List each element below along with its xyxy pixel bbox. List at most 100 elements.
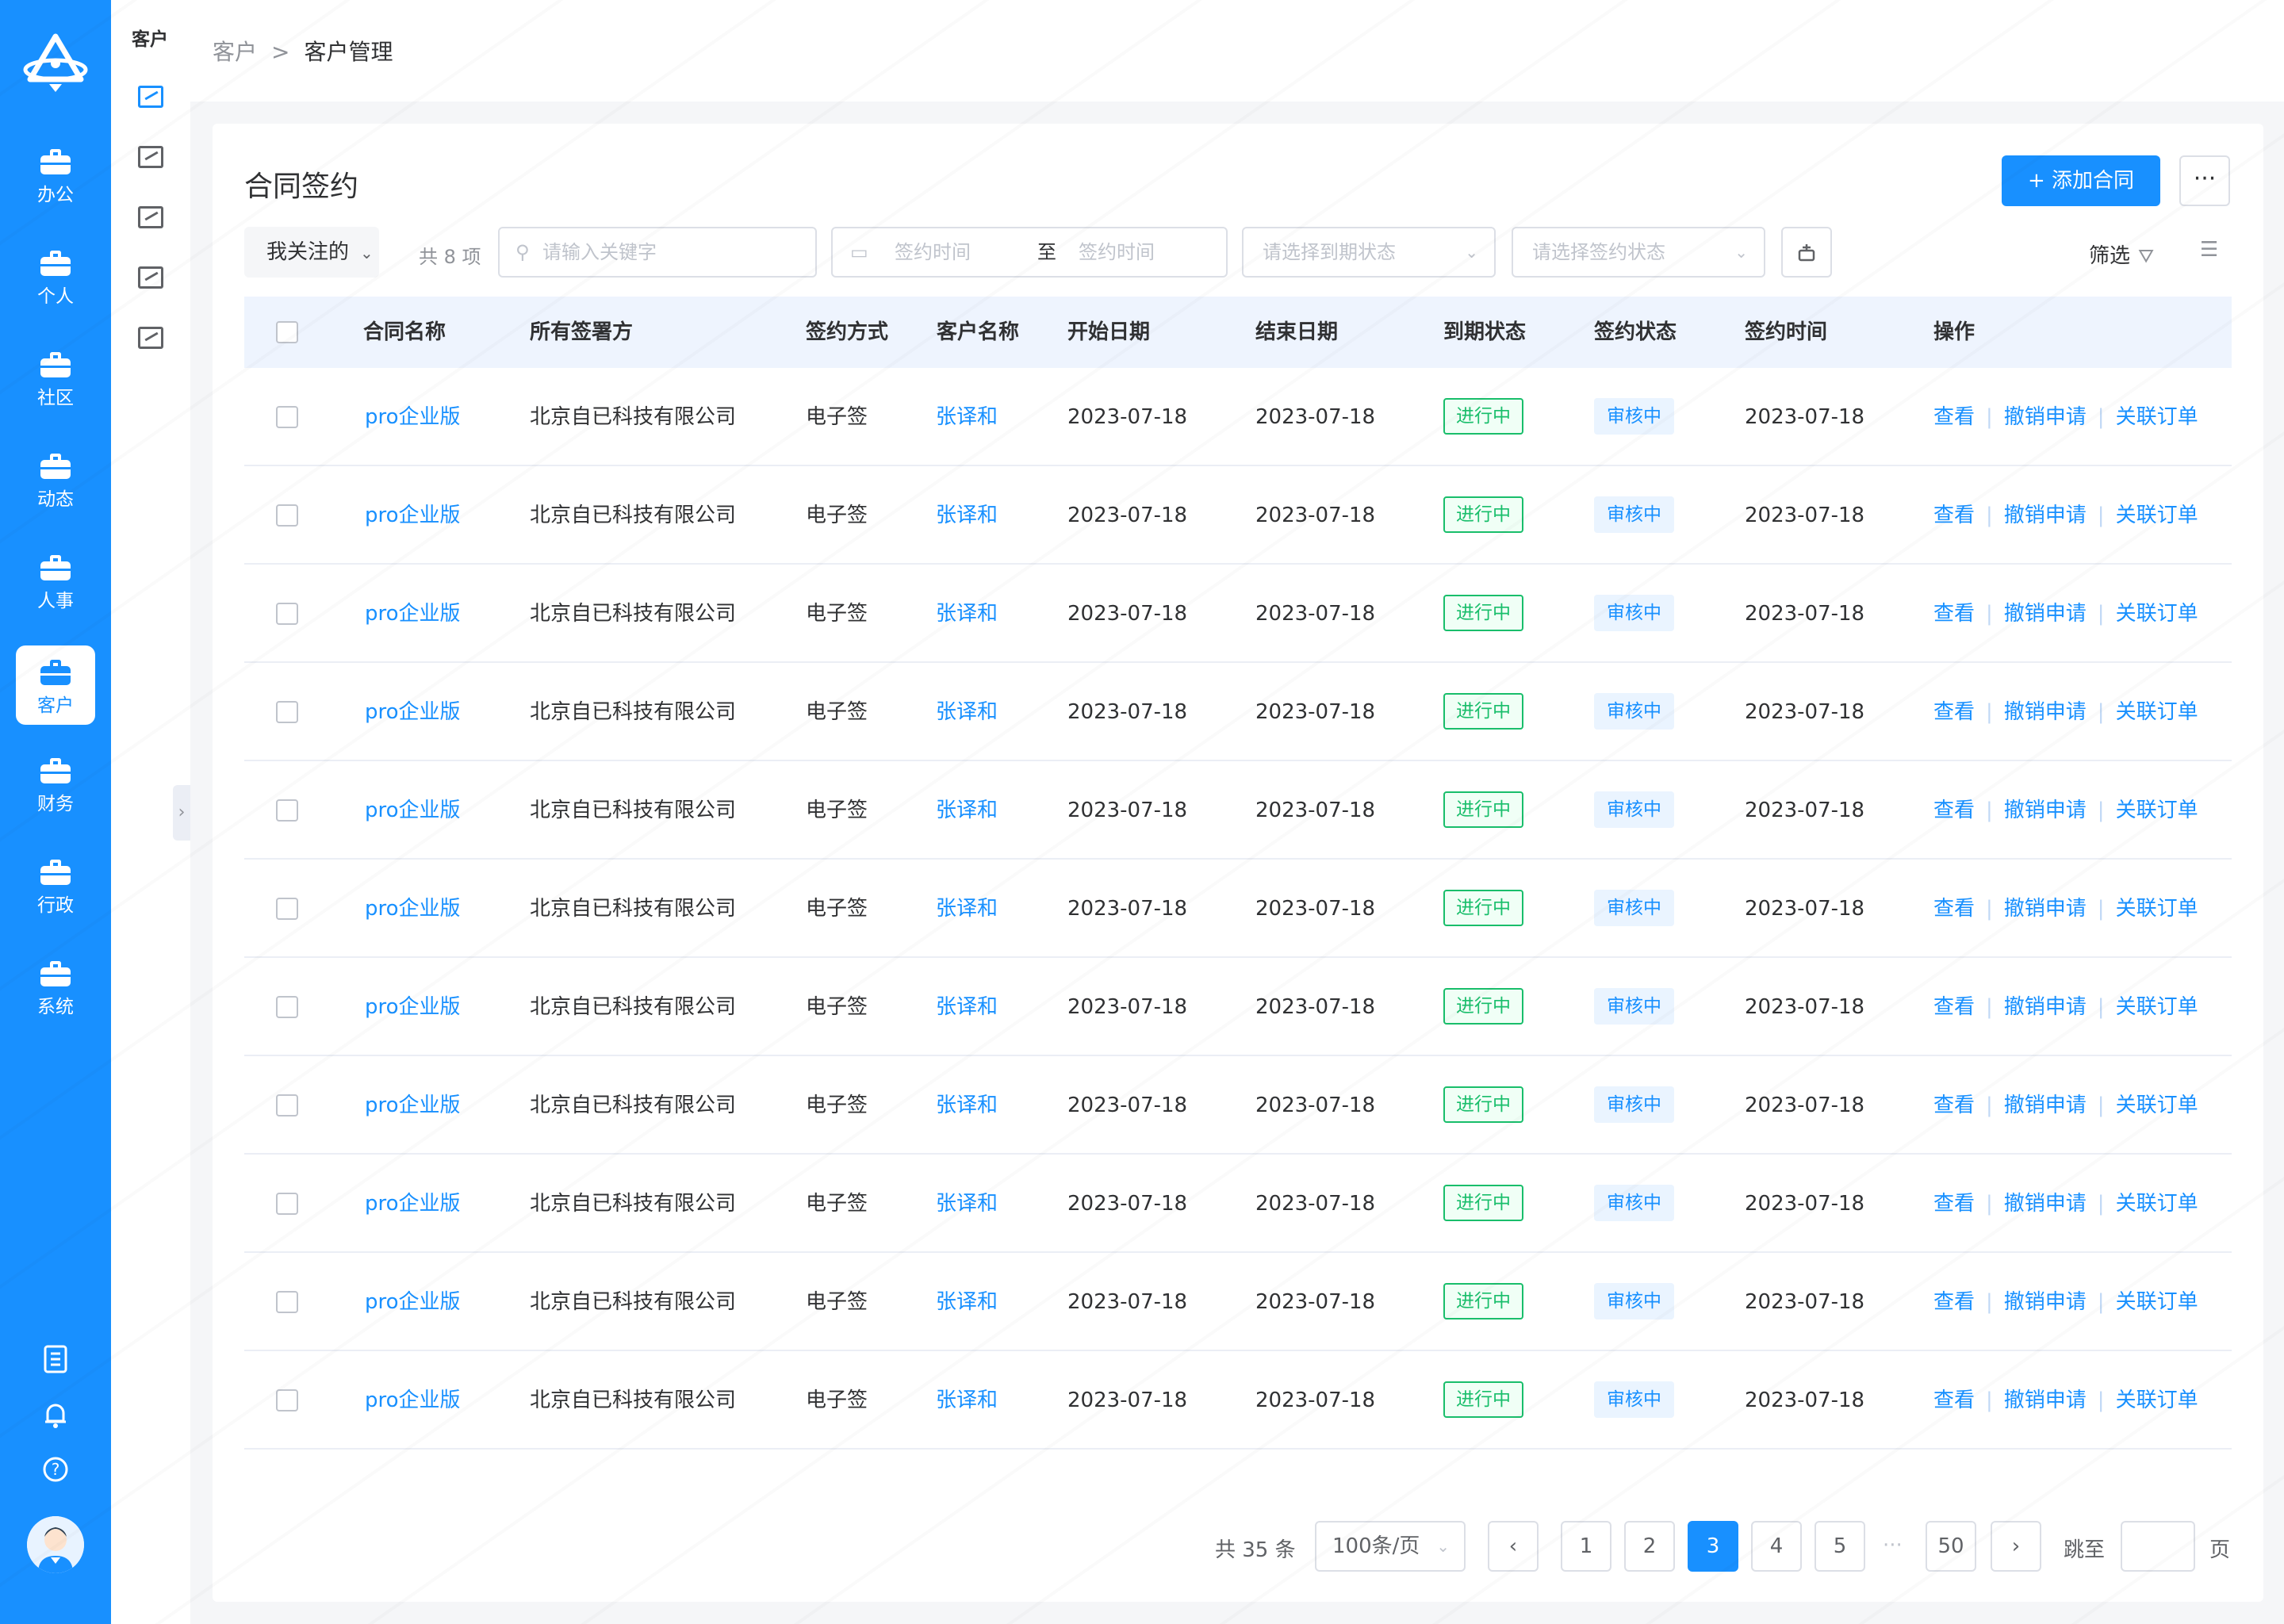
view-link[interactable]: 查看 (1933, 1290, 1975, 1314)
customer-link[interactable]: 张译和 (936, 466, 998, 565)
customer-link[interactable]: 张译和 (936, 860, 998, 958)
view-link[interactable]: 查看 (1933, 1388, 1975, 1412)
date-range-picker[interactable]: ▭ 签约时间 至 签约时间 (831, 227, 1228, 278)
customer-link[interactable]: 张译和 (936, 1253, 998, 1351)
chart-icon[interactable] (138, 86, 163, 108)
chart-icon[interactable] (138, 327, 163, 349)
contract-name-link[interactable]: pro企业版 (365, 958, 461, 1056)
jump-page-input[interactable] (2121, 1521, 2195, 1572)
related-order-link[interactable]: 关联订单 (2116, 995, 2198, 1019)
row-checkbox[interactable] (276, 1094, 298, 1116)
view-link[interactable]: 查看 (1933, 602, 1975, 626)
prev-page-button[interactable]: ‹ (1488, 1521, 1539, 1572)
breadcrumb-item[interactable]: 客户 (213, 39, 257, 65)
select-all-checkbox[interactable] (276, 321, 298, 343)
revoke-link[interactable]: 撤销申请 (2004, 995, 2087, 1019)
view-link[interactable]: 查看 (1933, 1094, 1975, 1117)
chart-icon[interactable] (138, 206, 163, 228)
related-order-link[interactable]: 关联订单 (2116, 504, 2198, 527)
view-link[interactable]: 查看 (1933, 799, 1975, 822)
sidebar-item[interactable]: 客户 (16, 645, 95, 725)
page-button[interactable]: 1 (1561, 1521, 1611, 1572)
row-checkbox[interactable] (276, 898, 298, 920)
add-contract-button[interactable]: + 添加合同 (2002, 155, 2160, 206)
customer-link[interactable]: 张译和 (936, 1155, 998, 1253)
row-checkbox[interactable] (276, 504, 298, 527)
contract-name-link[interactable]: pro企业版 (365, 1155, 461, 1253)
row-checkbox[interactable] (276, 603, 298, 625)
expire-status-select[interactable]: 请选择到期状态 ⌄ (1242, 227, 1496, 278)
next-page-button[interactable]: › (1991, 1521, 2041, 1572)
revoke-link[interactable]: 撤销申请 (2004, 405, 2087, 429)
row-checkbox[interactable] (276, 799, 298, 822)
bell-icon[interactable] (40, 1400, 71, 1432)
contract-name-link[interactable]: pro企业版 (365, 1351, 461, 1450)
contract-name-link[interactable]: pro企业版 (365, 1056, 461, 1155)
page-size-select[interactable]: 100条/页 ⌄ (1315, 1521, 1466, 1572)
row-checkbox[interactable] (276, 996, 298, 1018)
revoke-link[interactable]: 撤销申请 (2004, 897, 2087, 921)
customer-link[interactable]: 张译和 (936, 1056, 998, 1155)
more-button[interactable]: ··· (2179, 155, 2230, 206)
revoke-link[interactable]: 撤销申请 (2004, 1192, 2087, 1216)
contract-name-link[interactable]: pro企业版 (365, 466, 461, 565)
follow-dropdown[interactable]: 我关注的 ⌄ (244, 227, 379, 278)
revoke-link[interactable]: 撤销申请 (2004, 1388, 2087, 1412)
row-checkbox[interactable] (276, 1193, 298, 1215)
page-button[interactable]: 4 (1751, 1521, 1802, 1572)
revoke-link[interactable]: 撤销申请 (2004, 799, 2087, 822)
sidebar-item[interactable]: 系统 (16, 947, 95, 1026)
customer-link[interactable]: 张译和 (936, 663, 998, 761)
sidebar-item[interactable]: 个人 (16, 236, 95, 316)
revoke-link[interactable]: 撤销申请 (2004, 700, 2087, 724)
row-checkbox[interactable] (276, 1291, 298, 1313)
customer-link[interactable]: 张译和 (936, 1351, 998, 1450)
sidebar-item[interactable]: 行政 (16, 845, 95, 925)
revoke-link[interactable]: 撤销申请 (2004, 1290, 2087, 1314)
columns-icon[interactable]: ☰ (2200, 238, 2218, 262)
notebook-icon[interactable] (40, 1345, 71, 1377)
related-order-link[interactable]: 关联订单 (2116, 897, 2198, 921)
view-link[interactable]: 查看 (1933, 1192, 1975, 1216)
customer-link[interactable]: 张译和 (936, 958, 998, 1056)
customer-link[interactable]: 张译和 (936, 565, 998, 663)
revoke-link[interactable]: 撤销申请 (2004, 1094, 2087, 1117)
page-button[interactable]: 5 (1815, 1521, 1865, 1572)
revoke-link[interactable]: 撤销申请 (2004, 504, 2087, 527)
page-button[interactable]: 2 (1624, 1521, 1675, 1572)
row-checkbox[interactable] (276, 701, 298, 723)
avatar[interactable] (27, 1516, 84, 1573)
help-icon[interactable]: ? (40, 1456, 71, 1488)
row-checkbox[interactable] (276, 1389, 298, 1411)
sidebar-item[interactable]: 办公 (16, 135, 95, 214)
view-link[interactable]: 查看 (1933, 700, 1975, 724)
view-link[interactable]: 查看 (1933, 405, 1975, 429)
collapse-toggle[interactable]: › (173, 785, 190, 841)
contract-name-link[interactable]: pro企业版 (365, 860, 461, 958)
search-input[interactable]: ⚲ 请输入关键字 (498, 227, 817, 278)
related-order-link[interactable]: 关联订单 (2116, 405, 2198, 429)
row-checkbox[interactable] (276, 406, 298, 428)
revoke-link[interactable]: 撤销申请 (2004, 602, 2087, 626)
contract-name-link[interactable]: pro企业版 (365, 368, 461, 466)
related-order-link[interactable]: 关联订单 (2116, 602, 2198, 626)
sidebar-item[interactable]: 人事 (16, 541, 95, 620)
chart-icon[interactable] (138, 146, 163, 168)
related-order-link[interactable]: 关联订单 (2116, 1388, 2198, 1412)
related-order-link[interactable]: 关联订单 (2116, 1290, 2198, 1314)
sign-status-select[interactable]: 请选择签约状态 ⌄ (1512, 227, 1765, 278)
related-order-link[interactable]: 关联订单 (2116, 1094, 2198, 1117)
sidebar-item[interactable]: 动态 (16, 439, 95, 519)
view-link[interactable]: 查看 (1933, 504, 1975, 527)
contract-name-link[interactable]: pro企业版 (365, 565, 461, 663)
contract-name-link[interactable]: pro企业版 (365, 1253, 461, 1351)
filter-button[interactable]: 筛选 ⛛ (2089, 239, 2154, 269)
related-order-link[interactable]: 关联订单 (2116, 1192, 2198, 1216)
customer-link[interactable]: 张译和 (936, 761, 998, 860)
sidebar-item[interactable]: 社区 (16, 338, 95, 417)
pagination-ellipsis[interactable]: ··· (1883, 1534, 1903, 1557)
related-order-link[interactable]: 关联订单 (2116, 700, 2198, 724)
contract-name-link[interactable]: pro企业版 (365, 761, 461, 860)
view-link[interactable]: 查看 (1933, 897, 1975, 921)
customer-link[interactable]: 张译和 (936, 368, 998, 466)
